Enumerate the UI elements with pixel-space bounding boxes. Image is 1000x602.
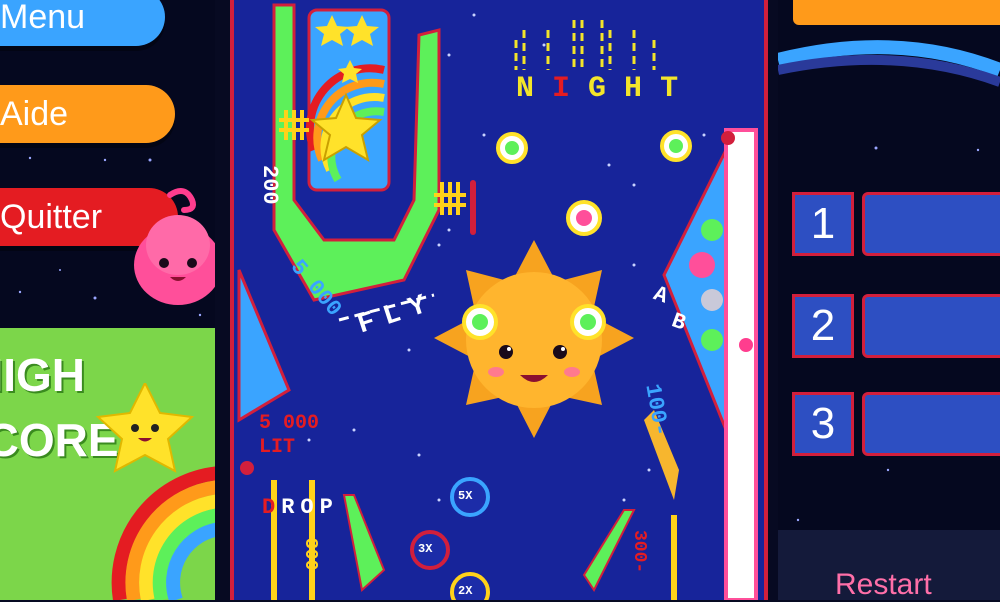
right-flipper: [582, 509, 636, 592]
menu-button[interactable]: Menu: [0, 0, 165, 46]
score-200-label: 200: [257, 165, 282, 205]
sun-bumper: [434, 240, 634, 438]
highscore-panel[interactable]: HIGH SCORE: [0, 328, 215, 600]
rank-3-number: 3: [792, 392, 854, 456]
help-button[interactable]: Aide: [0, 85, 175, 143]
mult-3x-label: 3X: [418, 542, 433, 556]
plunger-ball: [739, 338, 753, 352]
rank-1-number: 1: [792, 192, 854, 256]
pinball-board[interactable]: NIGHT FLY 200 5 000 5 000 LIT 100- A B D…: [230, 0, 768, 600]
night-letters: NIGHT: [516, 72, 697, 106]
rank-2-number: 2: [792, 294, 854, 358]
rainbow-star-icon: [95, 383, 215, 600]
left-menu-panel: Menu Aide Quitter HIGH SCORE: [0, 0, 215, 600]
rank-2-bar: [862, 294, 1000, 358]
mult-5x-label: 5X: [458, 489, 473, 503]
score-5000-lit-label: 5 000: [259, 412, 320, 435]
pink-blob-mascot-icon: [134, 188, 215, 305]
left-flipper: [342, 494, 386, 592]
highscore-line1: HIGH: [0, 349, 85, 401]
score-300-left-label: 300: [300, 538, 320, 571]
lit-label: LIT: [259, 436, 296, 459]
plunger-lane: [724, 128, 758, 600]
restart-button[interactable]: Restart: [835, 568, 932, 602]
right-target-bank: [662, 149, 728, 431]
left-slingshot: [237, 269, 291, 423]
score-300-right-label: 300-: [629, 530, 649, 574]
rank-3-bar: [862, 392, 1000, 456]
drop-letters: DROP: [262, 495, 339, 520]
mult-2x-label: 2X: [458, 584, 473, 598]
rank-1-bar: [862, 192, 1000, 256]
